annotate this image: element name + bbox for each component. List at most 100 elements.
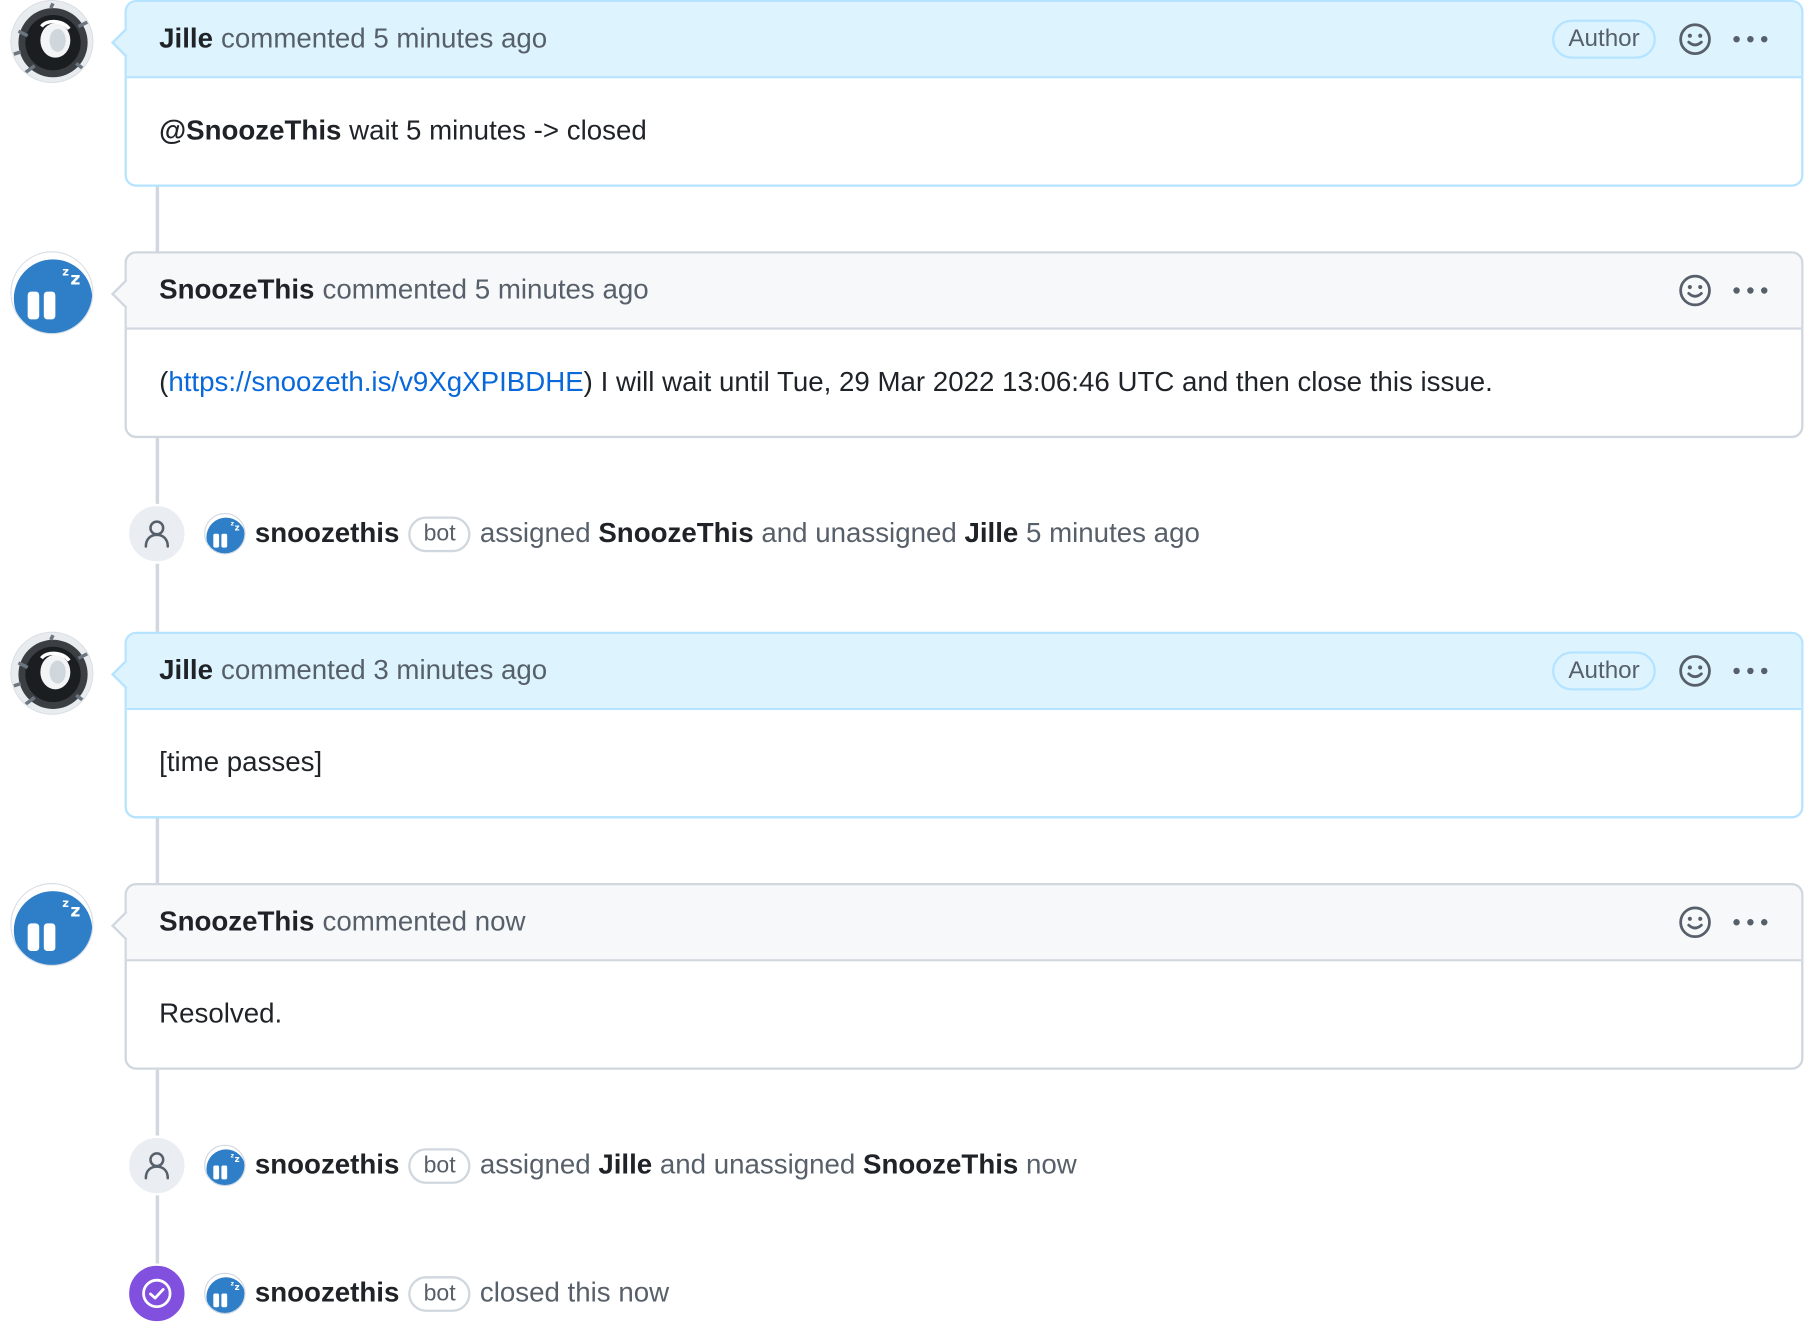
comment-body: (https://snoozeth.is/v9XgXPIBDHE) I will…: [127, 330, 1801, 436]
snoozethis-avatar[interactable]: z z: [10, 883, 94, 967]
comment-body: @SnoozeThis wait 5 minutes -> closed: [127, 78, 1801, 184]
add-reaction-button[interactable]: [1677, 21, 1714, 58]
comment-text: wait 5 minutes -> closed: [349, 115, 647, 147]
svg-text:z: z: [62, 265, 69, 279]
issue-timeline: Jille commented 5 minutes ago Author @Sn…: [0, 0, 1808, 1328]
assignment-event: z z snoozethis bot assigned SnoozeThis a…: [126, 503, 1200, 564]
event-text: closed this: [479, 1277, 611, 1309]
svg-text:z: z: [235, 1283, 240, 1293]
snoozethis-avatar-image: z z: [205, 1145, 245, 1186]
snooze-link[interactable]: https://snoozeth.is/v9XgXPIBDHE: [168, 367, 583, 399]
timeline-connector: [155, 184, 160, 254]
event-actor[interactable]: snoozethis: [255, 1277, 400, 1309]
jille-avatar[interactable]: [10, 631, 94, 715]
comment-action: commented: [322, 906, 468, 938]
comment-options-button[interactable]: [1732, 652, 1769, 689]
svg-text:z: z: [235, 1155, 240, 1165]
comment-time[interactable]: 3 minutes ago: [373, 655, 547, 687]
event-time[interactable]: now: [618, 1277, 669, 1309]
event-unassignee[interactable]: SnoozeThis: [863, 1149, 1018, 1181]
event-verb: assigned: [479, 517, 591, 549]
comment-author[interactable]: Jille: [159, 655, 213, 687]
snoozethis-avatar-image: z z: [205, 514, 245, 554]
event-unassignee[interactable]: Jille: [964, 518, 1018, 550]
comment-body: Resolved.: [127, 961, 1801, 1067]
comment-time[interactable]: now: [475, 906, 526, 938]
user-mention[interactable]: @SnoozeThis: [159, 115, 341, 147]
smiley-icon: [1679, 23, 1711, 55]
comment-text: Resolved.: [159, 998, 283, 1030]
snoozethis-mini-avatar[interactable]: z z: [204, 1272, 246, 1315]
comment-action: commented: [221, 23, 366, 55]
event-time[interactable]: now: [1026, 1149, 1077, 1181]
jille-avatar-image: [11, 1, 93, 82]
author-badge: Author: [1552, 19, 1656, 59]
event-actor[interactable]: snoozethis: [255, 1149, 400, 1181]
smiley-icon: [1679, 274, 1711, 307]
kebab-horizontal-icon: [1733, 919, 1768, 926]
comment-options-button[interactable]: [1732, 904, 1769, 941]
snoozethis-avatar-image: z z: [205, 1273, 245, 1314]
event-time[interactable]: 5 minutes ago: [1026, 518, 1200, 550]
svg-text:z: z: [62, 896, 69, 910]
event-assignee[interactable]: Jille: [598, 1149, 652, 1181]
bot-badge: bot: [408, 515, 471, 552]
svg-text:z: z: [235, 523, 240, 533]
svg-text:z: z: [70, 270, 80, 290]
comment-author[interactable]: SnoozeThis: [159, 906, 314, 938]
add-reaction-button[interactable]: [1677, 272, 1714, 309]
event-assignee[interactable]: SnoozeThis: [598, 518, 753, 550]
snoozethis-avatar[interactable]: z z: [10, 251, 94, 335]
comment-options-button[interactable]: [1732, 21, 1769, 58]
kebab-horizontal-icon: [1733, 35, 1768, 43]
comment-header: Jille commented 5 minutes ago Author: [126, 2, 1802, 79]
timeline-connector: [155, 818, 160, 888]
add-reaction-button[interactable]: [1677, 904, 1714, 941]
closed-event: z z snoozethis bot closed this now: [126, 1263, 669, 1324]
kebab-horizontal-icon: [1733, 287, 1768, 294]
comment-action: commented: [221, 654, 366, 686]
comment-time[interactable]: 5 minutes ago: [475, 274, 649, 306]
comment-text: ) I will wait until Tue, 29 Mar 2022 13:…: [583, 366, 1493, 398]
comment-text-prefix: (: [159, 366, 169, 398]
svg-text:z: z: [70, 901, 80, 921]
comment-text: [time passes]: [159, 747, 323, 779]
comment-card: Jille commented 3 minutes ago Author [ti…: [124, 631, 1804, 819]
comment-header: SnoozeThis commented now: [126, 885, 1802, 962]
check-circle-icon: [142, 1278, 172, 1309]
snoozethis-avatar-image: z z: [11, 252, 93, 334]
event-badge: [126, 503, 187, 564]
add-reaction-button[interactable]: [1677, 652, 1714, 689]
person-icon: [144, 520, 170, 548]
comment-author[interactable]: Jille: [159, 23, 213, 55]
event-verb: and unassigned: [659, 1149, 856, 1181]
snoozethis-avatar-image: z z: [11, 884, 93, 965]
comment-action: commented: [322, 274, 468, 306]
smiley-icon: [1679, 655, 1711, 687]
comment-options-button[interactable]: [1732, 272, 1769, 309]
event-actor[interactable]: snoozethis: [255, 518, 400, 550]
snoozethis-mini-avatar[interactable]: z z: [204, 1144, 246, 1187]
smiley-icon: [1679, 906, 1711, 939]
snoozethis-mini-avatar[interactable]: z z: [204, 512, 246, 555]
event-badge: [126, 1263, 187, 1324]
author-badge: Author: [1552, 651, 1656, 691]
comment-header: Jille commented 3 minutes ago Author: [126, 634, 1802, 711]
comment-body: [time passes]: [127, 710, 1801, 816]
event-badge: [126, 1135, 187, 1196]
comment-card: Jille commented 5 minutes ago Author @Sn…: [124, 0, 1804, 187]
event-verb: and unassigned: [761, 517, 957, 549]
assignment-event: z z snoozethis bot assigned Jille and un…: [126, 1135, 1077, 1196]
comment-card: SnoozeThis commented now Resolved.: [124, 883, 1804, 1070]
comment-author[interactable]: SnoozeThis: [159, 274, 314, 306]
jille-avatar[interactable]: [10, 0, 94, 84]
jille-avatar-image: [11, 632, 93, 714]
comment-header: SnoozeThis commented 5 minutes ago: [126, 253, 1802, 330]
bot-badge: bot: [408, 1147, 471, 1184]
event-verb: assigned: [479, 1149, 591, 1181]
kebab-horizontal-icon: [1733, 667, 1768, 675]
comment-time[interactable]: 5 minutes ago: [373, 23, 547, 55]
person-icon: [144, 1152, 170, 1180]
comment-card: SnoozeThis commented 5 minutes ago (http…: [124, 251, 1804, 439]
bot-badge: bot: [408, 1275, 471, 1312]
